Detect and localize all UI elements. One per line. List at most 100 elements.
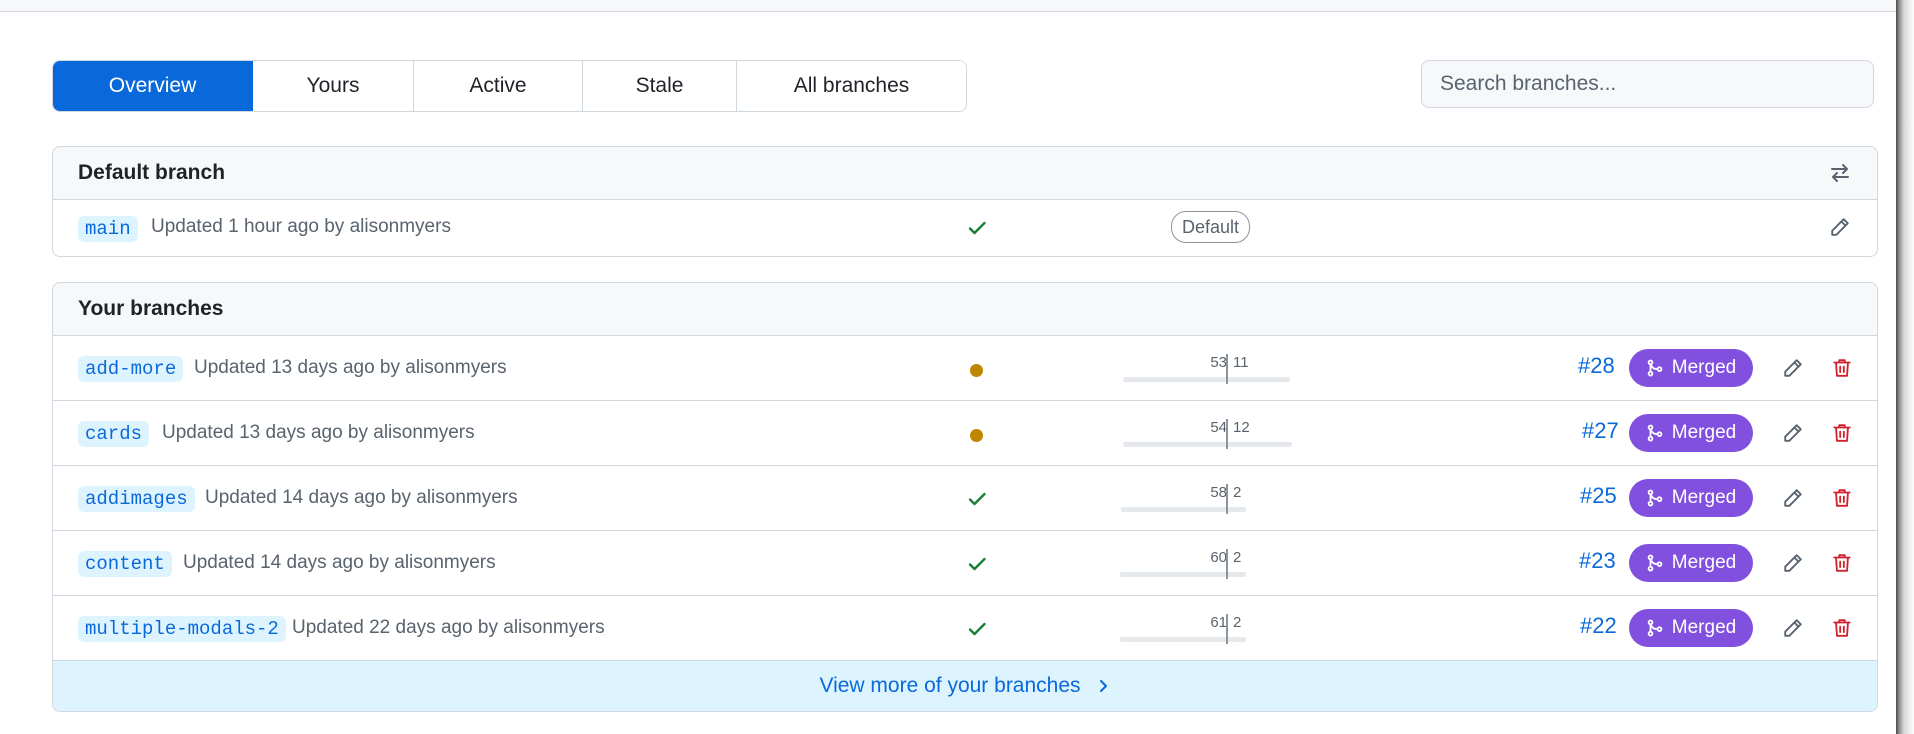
ahead-bar: [1228, 377, 1290, 382]
pencil-icon[interactable]: [1778, 613, 1808, 643]
pull-request-link[interactable]: #27: [1582, 418, 1619, 444]
default-branch-box: Default branch main Updated 1 hour ago b…: [52, 146, 1878, 257]
behind-count: 61: [1210, 614, 1227, 631]
ahead-count: 2: [1233, 549, 1242, 566]
git-merge-icon: [1647, 619, 1663, 637]
ahead-count: 11: [1233, 354, 1249, 371]
trash-icon[interactable]: [1827, 483, 1857, 513]
chevron-right-icon: [1099, 680, 1107, 692]
merged-badge[interactable]: Merged: [1629, 544, 1753, 582]
tab-overview[interactable]: Overview: [53, 61, 253, 111]
window-edge-shadow: [1896, 0, 1914, 734]
behind-bar: [1123, 377, 1226, 382]
pull-request-link[interactable]: #22: [1580, 613, 1617, 639]
git-merge-icon: [1647, 554, 1663, 572]
ahead-bar: [1228, 572, 1246, 577]
pending-status-icon[interactable]: [970, 429, 983, 442]
pending-status-icon[interactable]: [970, 364, 983, 377]
check-icon[interactable]: [965, 487, 989, 511]
branch-updated-text: Updated 1 hour ago by alisonmyers: [151, 216, 451, 237]
behind-count: 54: [1210, 419, 1227, 436]
branch-name[interactable]: main: [78, 216, 138, 242]
trash-icon[interactable]: [1827, 418, 1857, 448]
branch-name[interactable]: multiple-modals-2: [78, 616, 286, 642]
ahead-behind-graph: 53 11: [1111, 354, 1361, 388]
default-branch-title: Default branch: [78, 161, 226, 184]
pencil-icon[interactable]: [1825, 212, 1855, 242]
ahead-bar: [1228, 507, 1246, 512]
branch-filter-tabs: Overview Yours Active Stale All branches: [52, 60, 967, 112]
check-icon[interactable]: [965, 617, 989, 641]
trash-icon[interactable]: [1827, 548, 1857, 578]
ahead-bar: [1228, 442, 1292, 447]
ahead-count: 2: [1233, 614, 1242, 631]
behind-count: 53: [1210, 354, 1227, 371]
branch-row: multiple-modals-2 Updated 22 days ago by…: [53, 596, 1877, 660]
behind-bar: [1120, 637, 1226, 642]
behind-bar: [1120, 572, 1226, 577]
branch-updated-text: Updated 22 days ago by alisonmyers: [292, 617, 605, 638]
ahead-bar: [1228, 637, 1246, 642]
merged-badge[interactable]: Merged: [1629, 479, 1753, 517]
ahead-behind-graph: 61 2: [1111, 614, 1361, 648]
default-label: Default: [1171, 211, 1251, 243]
view-more-label: View more of your branches: [819, 674, 1081, 697]
pencil-icon[interactable]: [1778, 548, 1808, 578]
behind-bar: [1123, 442, 1226, 447]
default-branch-header: Default branch: [53, 147, 1877, 200]
git-merge-icon: [1647, 489, 1663, 507]
branch-row: content Updated 14 days ago by alisonmye…: [53, 531, 1877, 596]
branch-row: cards Updated 13 days ago by alisonmyers…: [53, 401, 1877, 466]
arrow-switch-icon[interactable]: [1825, 158, 1855, 188]
branch-updated-text: Updated 13 days ago by alisonmyers: [194, 357, 507, 378]
tab-stale[interactable]: Stale: [583, 61, 737, 111]
merged-label: Merged: [1671, 617, 1737, 638]
trash-icon[interactable]: [1827, 613, 1857, 643]
git-merge-icon: [1647, 424, 1663, 442]
tab-all-branches[interactable]: All branches: [737, 61, 966, 111]
trash-icon[interactable]: [1827, 353, 1857, 383]
view-more-branches-link[interactable]: View more of your branches: [53, 660, 1877, 711]
merged-label: Merged: [1671, 552, 1737, 573]
behind-count: 60: [1210, 549, 1227, 566]
merged-label: Merged: [1671, 357, 1737, 378]
pencil-icon[interactable]: [1778, 353, 1808, 383]
default-branch-row: main Updated 1 hour ago by alisonmyers D…: [53, 200, 1877, 256]
your-branches-title: Your branches: [78, 297, 224, 320]
merged-label: Merged: [1671, 487, 1737, 508]
behind-bar: [1121, 507, 1226, 512]
pull-request-link[interactable]: #25: [1580, 483, 1617, 509]
check-icon[interactable]: [965, 216, 989, 240]
branch-row: add-more Updated 13 days ago by alisonmy…: [53, 336, 1877, 401]
merged-label: Merged: [1671, 422, 1737, 443]
git-merge-icon: [1647, 359, 1663, 377]
search-branches-input[interactable]: [1421, 60, 1874, 108]
tab-active[interactable]: Active: [414, 61, 583, 111]
top-edge: [0, 0, 1896, 12]
merged-badge[interactable]: Merged: [1629, 609, 1753, 647]
ahead-behind-graph: 58 2: [1111, 484, 1361, 518]
branch-updated-text: Updated 14 days ago by alisonmyers: [183, 552, 496, 573]
pull-request-link[interactable]: #28: [1578, 353, 1615, 379]
merged-badge[interactable]: Merged: [1629, 414, 1753, 452]
merged-badge[interactable]: Merged: [1629, 349, 1753, 387]
pencil-icon[interactable]: [1778, 483, 1808, 513]
branch-updated-text: Updated 13 days ago by alisonmyers: [162, 422, 475, 443]
behind-count: 58: [1210, 484, 1227, 501]
branch-row: addimages Updated 14 days ago by alisonm…: [53, 466, 1877, 531]
check-icon[interactable]: [965, 552, 989, 576]
pencil-icon[interactable]: [1778, 418, 1808, 448]
ahead-behind-graph: 60 2: [1111, 549, 1361, 583]
your-branches-box: Your branches add-more Updated 13 days a…: [52, 282, 1878, 712]
ahead-count: 2: [1233, 484, 1242, 501]
branch-name[interactable]: addimages: [78, 486, 195, 512]
branch-name[interactable]: cards: [78, 421, 150, 447]
ahead-behind-graph: 54 12: [1111, 419, 1361, 453]
your-branches-header: Your branches: [53, 283, 1877, 336]
ahead-count: 12: [1233, 419, 1250, 436]
pull-request-link[interactable]: #23: [1579, 548, 1616, 574]
branch-name[interactable]: content: [78, 551, 172, 577]
tab-yours[interactable]: Yours: [253, 61, 414, 111]
branch-updated-text: Updated 14 days ago by alisonmyers: [205, 487, 518, 508]
branch-name[interactable]: add-more: [78, 356, 184, 382]
